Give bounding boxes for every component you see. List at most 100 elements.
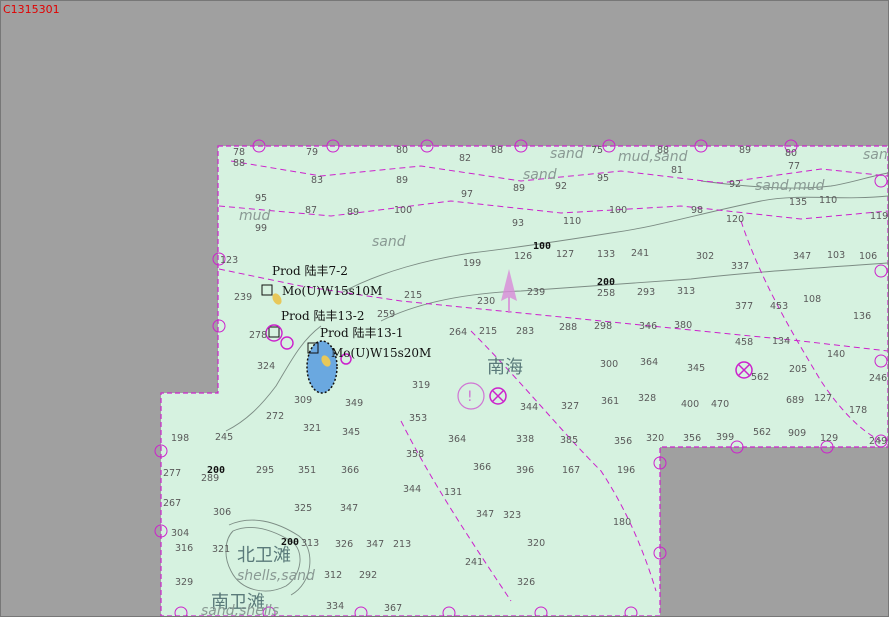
depth-sounding: 93 bbox=[512, 218, 524, 229]
depth-sounding: 909 bbox=[788, 428, 806, 439]
depth-sounding: 312 bbox=[324, 570, 342, 581]
depth-sounding: 347 bbox=[340, 503, 358, 514]
depth-sounding: 351 bbox=[298, 465, 316, 476]
depth-sounding: 259 bbox=[377, 309, 395, 320]
depth-sounding: 110 bbox=[819, 195, 837, 206]
depth-sounding: 267 bbox=[163, 498, 181, 509]
depth-sounding: 356 bbox=[614, 436, 632, 447]
platform-name: Prod 陆丰7-2 bbox=[272, 263, 348, 278]
depth-sounding: 167 bbox=[562, 465, 580, 476]
depth-sounding: 304 bbox=[171, 528, 189, 539]
platform-name: Prod 陆丰13-2 bbox=[281, 308, 365, 323]
depth-sounding: 88 bbox=[491, 145, 503, 156]
depth-sounding: 89 bbox=[513, 183, 525, 194]
chart-canvas[interactable]: ! 100 200 200 200 南海 北卫滩 南卫滩 sand mud,sa… bbox=[0, 0, 889, 617]
depth-sounding: 366 bbox=[473, 462, 491, 473]
depth-sounding: 321 bbox=[303, 423, 321, 434]
depth-sounding: 80 bbox=[396, 145, 408, 156]
depth-sounding: 119 bbox=[870, 211, 888, 222]
depth-sounding: 385 bbox=[560, 435, 578, 446]
depth-sounding: 309 bbox=[294, 395, 312, 406]
depth-sounding: 88 bbox=[233, 158, 245, 169]
depth-sounding: 106 bbox=[859, 251, 877, 262]
depth-sounding: 92 bbox=[729, 179, 741, 190]
depth-sounding: 213 bbox=[393, 539, 411, 550]
seabed-label: mud bbox=[239, 208, 271, 224]
depth-sounding: 205 bbox=[789, 364, 807, 375]
depth-sounding: 108 bbox=[803, 294, 821, 305]
depth-sounding: 75 bbox=[591, 145, 603, 156]
depth-sounding: 399 bbox=[716, 432, 734, 443]
depth-sounding: 103 bbox=[827, 250, 845, 261]
depth-sounding: 347 bbox=[366, 539, 384, 550]
depth-sounding: 272 bbox=[266, 411, 284, 422]
depth-sounding: 458 bbox=[735, 337, 753, 348]
depth-sounding: 349 bbox=[345, 398, 363, 409]
depth-sounding: 215 bbox=[479, 326, 497, 337]
depth-sounding: 131 bbox=[444, 487, 462, 498]
depth-sounding: 100 bbox=[394, 205, 412, 216]
depth-sounding: 78 bbox=[233, 147, 245, 158]
depth-sounding: 320 bbox=[646, 433, 664, 444]
depth-sounding: 346 bbox=[639, 321, 657, 332]
contour-label-100: 100 bbox=[533, 241, 551, 252]
depth-sounding: 298 bbox=[594, 321, 612, 332]
bank-name-north: 北卫滩 bbox=[237, 545, 291, 566]
depth-sounding: 264 bbox=[449, 327, 467, 338]
depth-sounding: 366 bbox=[341, 465, 359, 476]
depth-sounding: 95 bbox=[255, 193, 267, 204]
seabed-label: sand bbox=[550, 146, 584, 162]
depth-sounding: 364 bbox=[640, 357, 658, 368]
depth-sounding: 230 bbox=[477, 296, 495, 307]
depth-sounding: 326 bbox=[517, 577, 535, 588]
depth-sounding: 361 bbox=[601, 396, 619, 407]
depth-sounding: 470 bbox=[711, 399, 729, 410]
depth-sounding: 453 bbox=[770, 301, 788, 312]
depth-sounding: 258 bbox=[597, 288, 615, 299]
depth-sounding: 83 bbox=[311, 175, 323, 186]
depth-sounding: 215 bbox=[404, 290, 422, 301]
depth-sounding: 196 bbox=[617, 465, 635, 476]
depth-sounding: 295 bbox=[256, 465, 274, 476]
depth-sounding: 99 bbox=[255, 223, 267, 234]
depth-sounding: 337 bbox=[731, 261, 749, 272]
depth-sounding: 367 bbox=[384, 603, 402, 614]
chart-id: C1315301 bbox=[3, 3, 60, 16]
depth-sounding: 300 bbox=[600, 359, 618, 370]
depth-sounding: 327 bbox=[561, 401, 579, 412]
depth-sounding: 100 bbox=[609, 205, 627, 216]
depth-sounding: 133 bbox=[597, 249, 615, 260]
depth-sounding: 329 bbox=[175, 577, 193, 588]
depth-sounding: 364 bbox=[448, 434, 466, 445]
depth-sounding: 288 bbox=[559, 322, 577, 333]
seabed-label: sand,shells bbox=[201, 603, 279, 616]
svg-text:!: ! bbox=[467, 389, 473, 405]
depth-sounding: 80 bbox=[785, 148, 797, 159]
contour-label-200-east: 200 bbox=[597, 277, 615, 288]
depth-sounding: 89 bbox=[347, 207, 359, 218]
sea-name-label: 南海 bbox=[487, 357, 523, 378]
depth-sounding: 129 bbox=[820, 433, 838, 444]
depth-sounding: 396 bbox=[516, 465, 534, 476]
depth-sounding: 123 bbox=[220, 255, 238, 266]
depth-sounding: 689 bbox=[786, 395, 804, 406]
platform-name: Prod 陆丰13-1 bbox=[320, 325, 404, 340]
depth-sounding: 95 bbox=[597, 173, 609, 184]
depth-sounding: 134 bbox=[772, 336, 790, 347]
depth-sounding: 356 bbox=[683, 433, 701, 444]
depth-sounding: 353 bbox=[409, 413, 427, 424]
depth-sounding: 326 bbox=[335, 539, 353, 550]
depth-sounding: 89 bbox=[739, 145, 751, 156]
seabed-label: mud,sand bbox=[618, 149, 688, 165]
depth-sounding: 278 bbox=[249, 330, 267, 341]
depth-sounding: 562 bbox=[753, 427, 771, 438]
depth-sounding: 344 bbox=[520, 402, 538, 413]
depth-sounding: 180 bbox=[613, 517, 631, 528]
depth-sounding: 400 bbox=[681, 399, 699, 410]
seabed-label: sand,mud bbox=[755, 178, 825, 194]
depth-sounding: 82 bbox=[459, 153, 471, 164]
seabed-label: sand bbox=[863, 147, 888, 163]
depth-sounding: 81 bbox=[671, 165, 683, 176]
depth-sounding: 88 bbox=[657, 145, 669, 156]
light-characteristic: Mo(U)W15s10M bbox=[282, 284, 382, 298]
